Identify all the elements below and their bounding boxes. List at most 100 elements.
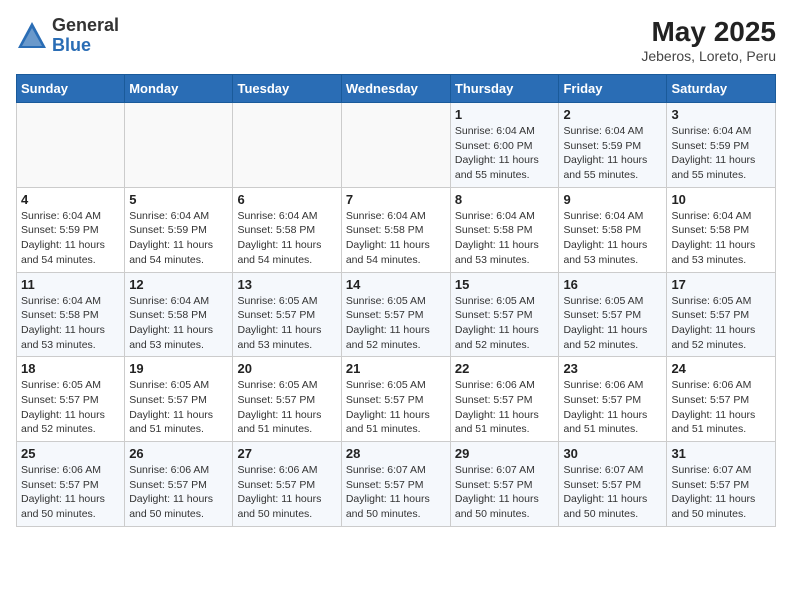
day-detail: Sunrise: 6:07 AM Sunset: 5:57 PM Dayligh…: [671, 463, 771, 522]
day-detail: Sunrise: 6:04 AM Sunset: 5:58 PM Dayligh…: [346, 209, 446, 268]
day-number: 27: [237, 446, 336, 461]
day-number: 5: [129, 192, 228, 207]
day-detail: Sunrise: 6:07 AM Sunset: 5:57 PM Dayligh…: [563, 463, 662, 522]
day-detail: Sunrise: 6:05 AM Sunset: 5:57 PM Dayligh…: [129, 378, 228, 437]
calendar-week-row: 4 Sunrise: 6:04 AM Sunset: 5:59 PM Daylig…: [17, 187, 776, 272]
day-number: 24: [671, 361, 771, 376]
calendar-week-row: 1Sunrise: 6:04 AM Sunset: 6:00 PM Daylig…: [17, 103, 776, 188]
weekday-header: Sunday: [17, 75, 125, 103]
day-number: 16: [563, 277, 662, 292]
calendar-cell: [341, 103, 450, 188]
weekday-header: Monday: [125, 75, 233, 103]
calendar-cell: 17 Sunrise: 6:05 AM Sunset: 5:57 PM Dayli…: [667, 272, 776, 357]
calendar-cell: 5 Sunrise: 6:04 AM Sunset: 5:59 PM Daylig…: [125, 187, 233, 272]
calendar-cell: 13 Sunrise: 6:05 AM Sunset: 5:57 PM Dayli…: [233, 272, 341, 357]
day-detail: Sunrise: 6:04 AM Sunset: 5:58 PM Dayligh…: [237, 209, 336, 268]
day-number: 12: [129, 277, 228, 292]
calendar-cell: 1Sunrise: 6:04 AM Sunset: 6:00 PM Daylig…: [450, 103, 559, 188]
day-detail: Sunrise: 6:07 AM Sunset: 5:57 PM Dayligh…: [455, 463, 555, 522]
day-number: 9: [563, 192, 662, 207]
day-number: 4: [21, 192, 120, 207]
day-detail: Sunrise: 6:05 AM Sunset: 5:57 PM Dayligh…: [346, 378, 446, 437]
day-number: 14: [346, 277, 446, 292]
calendar-cell: 4 Sunrise: 6:04 AM Sunset: 5:59 PM Daylig…: [17, 187, 125, 272]
weekday-header-row: SundayMondayTuesdayWednesdayThursdayFrid…: [17, 75, 776, 103]
day-number: 26: [129, 446, 228, 461]
day-number: 6: [237, 192, 336, 207]
day-detail: Sunrise: 6:04 AM Sunset: 5:58 PM Dayligh…: [21, 294, 120, 353]
day-detail: Sunrise: 6:06 AM Sunset: 5:57 PM Dayligh…: [21, 463, 120, 522]
calendar-week-row: 25 Sunrise: 6:06 AM Sunset: 5:57 PM Dayli…: [17, 442, 776, 527]
logo-line1: General: [52, 16, 119, 36]
weekday-header: Friday: [559, 75, 667, 103]
day-number: 31: [671, 446, 771, 461]
calendar-cell: 28 Sunrise: 6:07 AM Sunset: 5:57 PM Dayli…: [341, 442, 450, 527]
day-detail: Sunrise: 6:07 AM Sunset: 5:57 PM Dayligh…: [346, 463, 446, 522]
day-detail: Sunrise: 6:05 AM Sunset: 5:57 PM Dayligh…: [671, 294, 771, 353]
weekday-header: Wednesday: [341, 75, 450, 103]
calendar-cell: [17, 103, 125, 188]
day-number: 3: [671, 107, 771, 122]
day-number: 7: [346, 192, 446, 207]
day-number: 28: [346, 446, 446, 461]
calendar-cell: 30Sunrise: 6:07 AM Sunset: 5:57 PM Dayli…: [559, 442, 667, 527]
day-detail: Sunrise: 6:05 AM Sunset: 5:57 PM Dayligh…: [237, 378, 336, 437]
day-number: 13: [237, 277, 336, 292]
calendar-cell: 19 Sunrise: 6:05 AM Sunset: 5:57 PM Dayli…: [125, 357, 233, 442]
logo: General Blue: [16, 16, 119, 56]
calendar-cell: 7 Sunrise: 6:04 AM Sunset: 5:58 PM Daylig…: [341, 187, 450, 272]
day-detail: Sunrise: 6:06 AM Sunset: 5:57 PM Dayligh…: [671, 378, 771, 437]
day-number: 18: [21, 361, 120, 376]
calendar-cell: 20Sunrise: 6:05 AM Sunset: 5:57 PM Dayli…: [233, 357, 341, 442]
calendar-cell: 11 Sunrise: 6:04 AM Sunset: 5:58 PM Dayli…: [17, 272, 125, 357]
day-detail: Sunrise: 6:04 AM Sunset: 5:59 PM Dayligh…: [21, 209, 120, 268]
calendar-cell: 16 Sunrise: 6:05 AM Sunset: 5:57 PM Dayli…: [559, 272, 667, 357]
day-detail: Sunrise: 6:05 AM Sunset: 5:57 PM Dayligh…: [346, 294, 446, 353]
calendar-cell: 18 Sunrise: 6:05 AM Sunset: 5:57 PM Dayli…: [17, 357, 125, 442]
day-number: 29: [455, 446, 555, 461]
month-year-title: May 2025: [641, 16, 776, 48]
day-detail: Sunrise: 6:05 AM Sunset: 5:57 PM Dayligh…: [563, 294, 662, 353]
calendar-cell: 24 Sunrise: 6:06 AM Sunset: 5:57 PM Dayli…: [667, 357, 776, 442]
day-detail: Sunrise: 6:06 AM Sunset: 5:57 PM Dayligh…: [455, 378, 555, 437]
calendar-cell: 26Sunrise: 6:06 AM Sunset: 5:57 PM Dayli…: [125, 442, 233, 527]
day-number: 19: [129, 361, 228, 376]
day-number: 10: [671, 192, 771, 207]
logo-line2: Blue: [52, 36, 119, 56]
day-number: 23: [563, 361, 662, 376]
day-number: 21: [346, 361, 446, 376]
calendar-cell: [125, 103, 233, 188]
day-number: 11: [21, 277, 120, 292]
weekday-header: Saturday: [667, 75, 776, 103]
calendar-cell: 21 Sunrise: 6:05 AM Sunset: 5:57 PM Dayli…: [341, 357, 450, 442]
day-detail: Sunrise: 6:05 AM Sunset: 5:57 PM Dayligh…: [455, 294, 555, 353]
day-number: 22: [455, 361, 555, 376]
calendar-cell: 25 Sunrise: 6:06 AM Sunset: 5:57 PM Dayli…: [17, 442, 125, 527]
day-detail: Sunrise: 6:05 AM Sunset: 5:57 PM Dayligh…: [237, 294, 336, 353]
logo-text: General Blue: [52, 16, 119, 56]
calendar-cell: 3 Sunrise: 6:04 AM Sunset: 5:59 PM Daylig…: [667, 103, 776, 188]
calendar-table: SundayMondayTuesdayWednesdayThursdayFrid…: [16, 74, 776, 527]
day-detail: Sunrise: 6:04 AM Sunset: 5:58 PM Dayligh…: [563, 209, 662, 268]
title-block: May 2025 Jeberos, Loreto, Peru: [641, 16, 776, 64]
calendar-cell: 12Sunrise: 6:04 AM Sunset: 5:58 PM Dayli…: [125, 272, 233, 357]
day-detail: Sunrise: 6:04 AM Sunset: 5:59 PM Dayligh…: [129, 209, 228, 268]
day-detail: Sunrise: 6:04 AM Sunset: 5:59 PM Dayligh…: [671, 124, 771, 183]
day-detail: Sunrise: 6:06 AM Sunset: 5:57 PM Dayligh…: [237, 463, 336, 522]
day-number: 25: [21, 446, 120, 461]
day-detail: Sunrise: 6:04 AM Sunset: 5:58 PM Dayligh…: [671, 209, 771, 268]
calendar-week-row: 11 Sunrise: 6:04 AM Sunset: 5:58 PM Dayli…: [17, 272, 776, 357]
day-number: 2: [563, 107, 662, 122]
page-header: General Blue May 2025 Jeberos, Loreto, P…: [16, 16, 776, 64]
day-detail: Sunrise: 6:05 AM Sunset: 5:57 PM Dayligh…: [21, 378, 120, 437]
calendar-cell: 10 Sunrise: 6:04 AM Sunset: 5:58 PM Dayli…: [667, 187, 776, 272]
day-detail: Sunrise: 6:04 AM Sunset: 5:58 PM Dayligh…: [455, 209, 555, 268]
calendar-cell: 2 Sunrise: 6:04 AM Sunset: 5:59 PM Daylig…: [559, 103, 667, 188]
weekday-header: Tuesday: [233, 75, 341, 103]
location-subtitle: Jeberos, Loreto, Peru: [641, 48, 776, 64]
calendar-cell: 23Sunrise: 6:06 AM Sunset: 5:57 PM Dayli…: [559, 357, 667, 442]
calendar-cell: 29 Sunrise: 6:07 AM Sunset: 5:57 PM Dayli…: [450, 442, 559, 527]
day-number: 17: [671, 277, 771, 292]
day-detail: Sunrise: 6:04 AM Sunset: 5:59 PM Dayligh…: [563, 124, 662, 183]
day-number: 15: [455, 277, 555, 292]
